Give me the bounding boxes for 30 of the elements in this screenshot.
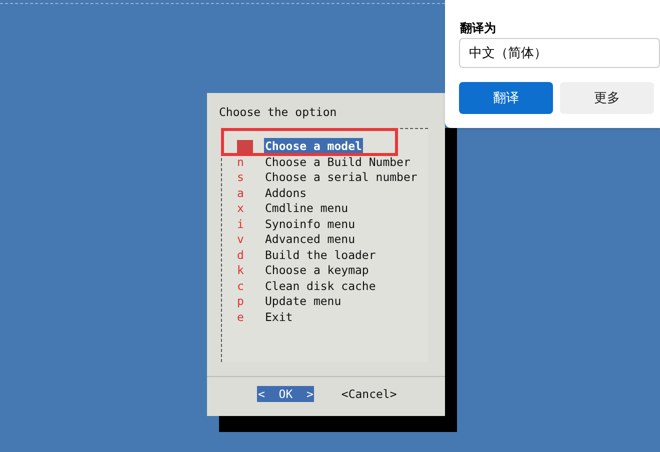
menu-item[interactable]: Choose a Build Number [264, 154, 412, 171]
hotkey: d [237, 248, 245, 262]
dialog-button[interactable]: <Cancel> [340, 386, 398, 402]
dialog-button[interactable]: < OK > [257, 386, 314, 402]
translate-button[interactable]: 翻译 [459, 82, 553, 114]
hotkey: k [237, 264, 245, 278]
hotkey: p [237, 294, 245, 309]
hotkey: n [237, 155, 245, 170]
language-select[interactable]: 中文（简体） [459, 38, 660, 68]
hotkey: c [237, 279, 245, 294]
hotkey: v [237, 232, 245, 247]
hotkey: x [237, 202, 245, 216]
dialog-title: Choose the option [219, 107, 337, 118]
menu-item[interactable]: Clean disk cache [264, 278, 377, 295]
menu-item[interactable]: Cmdline menu [264, 200, 350, 218]
menu-item[interactable]: Update menu [264, 293, 342, 310]
menu-item[interactable]: Synoinfo menu [264, 216, 356, 233]
hotkey: e [237, 310, 245, 324]
translate-label: 翻译为 [460, 20, 496, 37]
hotkey: a [237, 186, 245, 200]
hotkey: s [237, 170, 245, 185]
menu-item[interactable]: Build the loader [264, 246, 377, 264]
menu-item[interactable]: Addons [264, 184, 308, 202]
menu-item[interactable]: Exit [264, 308, 294, 326]
menu-item[interactable]: Advanced menu [264, 231, 356, 248]
translate-button[interactable]: 更多 [560, 82, 654, 114]
hotkey: i [237, 217, 245, 232]
menu-item[interactable]: Choose a keymap [264, 262, 370, 280]
cursor-block [237, 140, 253, 154]
menu-item[interactable]: Choose a serial number [264, 169, 418, 186]
